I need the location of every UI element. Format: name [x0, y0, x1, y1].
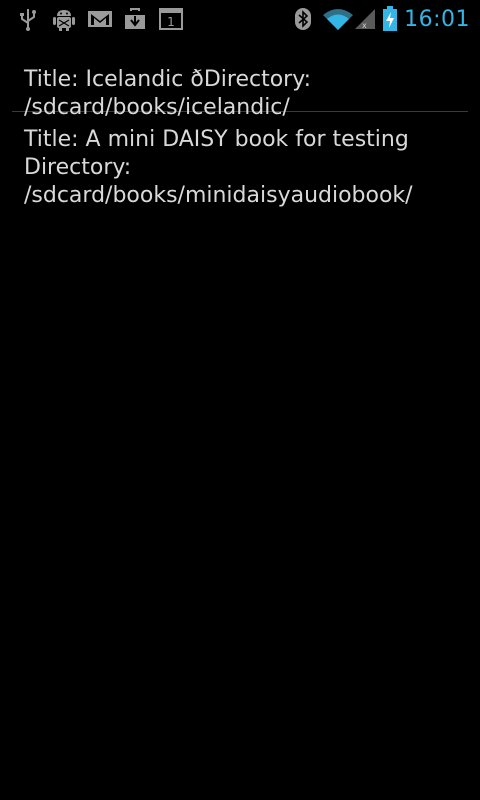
wifi-icon: [322, 0, 354, 38]
cell-signal-icon: x: [352, 0, 378, 38]
status-bar: 1 x 16:01: [0, 0, 480, 38]
list-item[interactable]: Title: Icelandic ðDirectory: /sdcard/boo…: [0, 38, 480, 120]
book-entry-text: Title: A mini DAISY book for testing Dir…: [24, 127, 413, 208]
status-clock: 16:01: [404, 7, 470, 32]
svg-text:x: x: [362, 21, 367, 30]
download-icon: [122, 0, 148, 38]
gmail-icon: [86, 0, 114, 38]
book-list: Title: Icelandic ðDirectory: /sdcard/boo…: [0, 38, 480, 210]
battery-charging-icon: [380, 0, 400, 38]
android-debug-icon: [50, 0, 78, 38]
calendar-icon: 1: [158, 0, 184, 38]
list-item[interactable]: Title: A mini DAISY book for testing Dir…: [0, 112, 480, 210]
calendar-day-label: 1: [167, 15, 175, 29]
bluetooth-icon: [292, 0, 314, 38]
usb-icon: [16, 0, 40, 38]
